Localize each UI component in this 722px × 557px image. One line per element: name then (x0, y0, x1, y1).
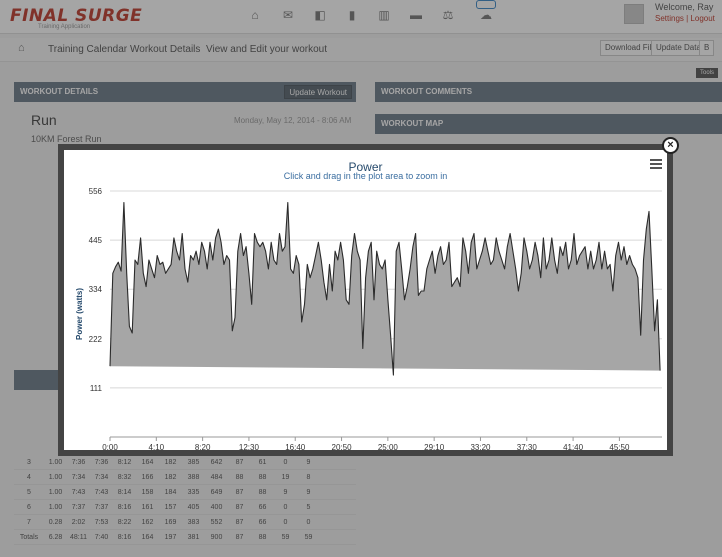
x-tick-label: 20:50 (332, 443, 353, 450)
power-series-area (110, 202, 661, 376)
power-chart[interactable]: 0:00 4:10 8:20 12:30 16:40 20:50 25:00 29:10 33:… (64, 150, 667, 450)
x-tick-label: 16:40 (285, 443, 306, 450)
x-tick-label: 12:30 (239, 443, 260, 450)
y-axis-ticks: 111 222 334 445 556 (89, 187, 103, 393)
x-axis-ticks: 0:00 4:10 8:20 12:30 16:40 20:50 25:00 29:10 33:… (102, 437, 630, 450)
modal-body: 0:00 4:10 8:20 12:30 16:40 20:50 25:00 29:10 33:… (64, 150, 667, 450)
y-tick-label: 334 (89, 285, 103, 294)
x-tick-label: 33:20 (470, 443, 491, 450)
y-tick-label: 445 (89, 236, 103, 245)
close-button[interactable]: × (662, 137, 679, 154)
y-tick-label: 556 (89, 187, 103, 196)
x-tick-label: 37:30 (517, 443, 538, 450)
x-tick-label: 45:50 (609, 443, 630, 450)
chart-menu-icon[interactable] (650, 159, 662, 169)
y-tick-label: 222 (89, 335, 103, 344)
x-tick-label: 25:00 (378, 443, 399, 450)
chart-subtitle: Click and drag in the plot area to zoom … (283, 171, 448, 181)
x-tick-label: 41:40 (563, 443, 584, 450)
x-tick-label: 4:10 (149, 443, 165, 450)
x-tick-label: 8:20 (195, 443, 211, 450)
y-tick-label: 111 (90, 384, 103, 393)
power-chart-modal: 0:00 4:10 8:20 12:30 16:40 20:50 25:00 29:10 33:… (58, 144, 673, 456)
x-tick-label: 0:00 (102, 443, 118, 450)
y-axis-title: Power (watts) (75, 288, 84, 340)
x-tick-label: 29:10 (424, 443, 445, 450)
